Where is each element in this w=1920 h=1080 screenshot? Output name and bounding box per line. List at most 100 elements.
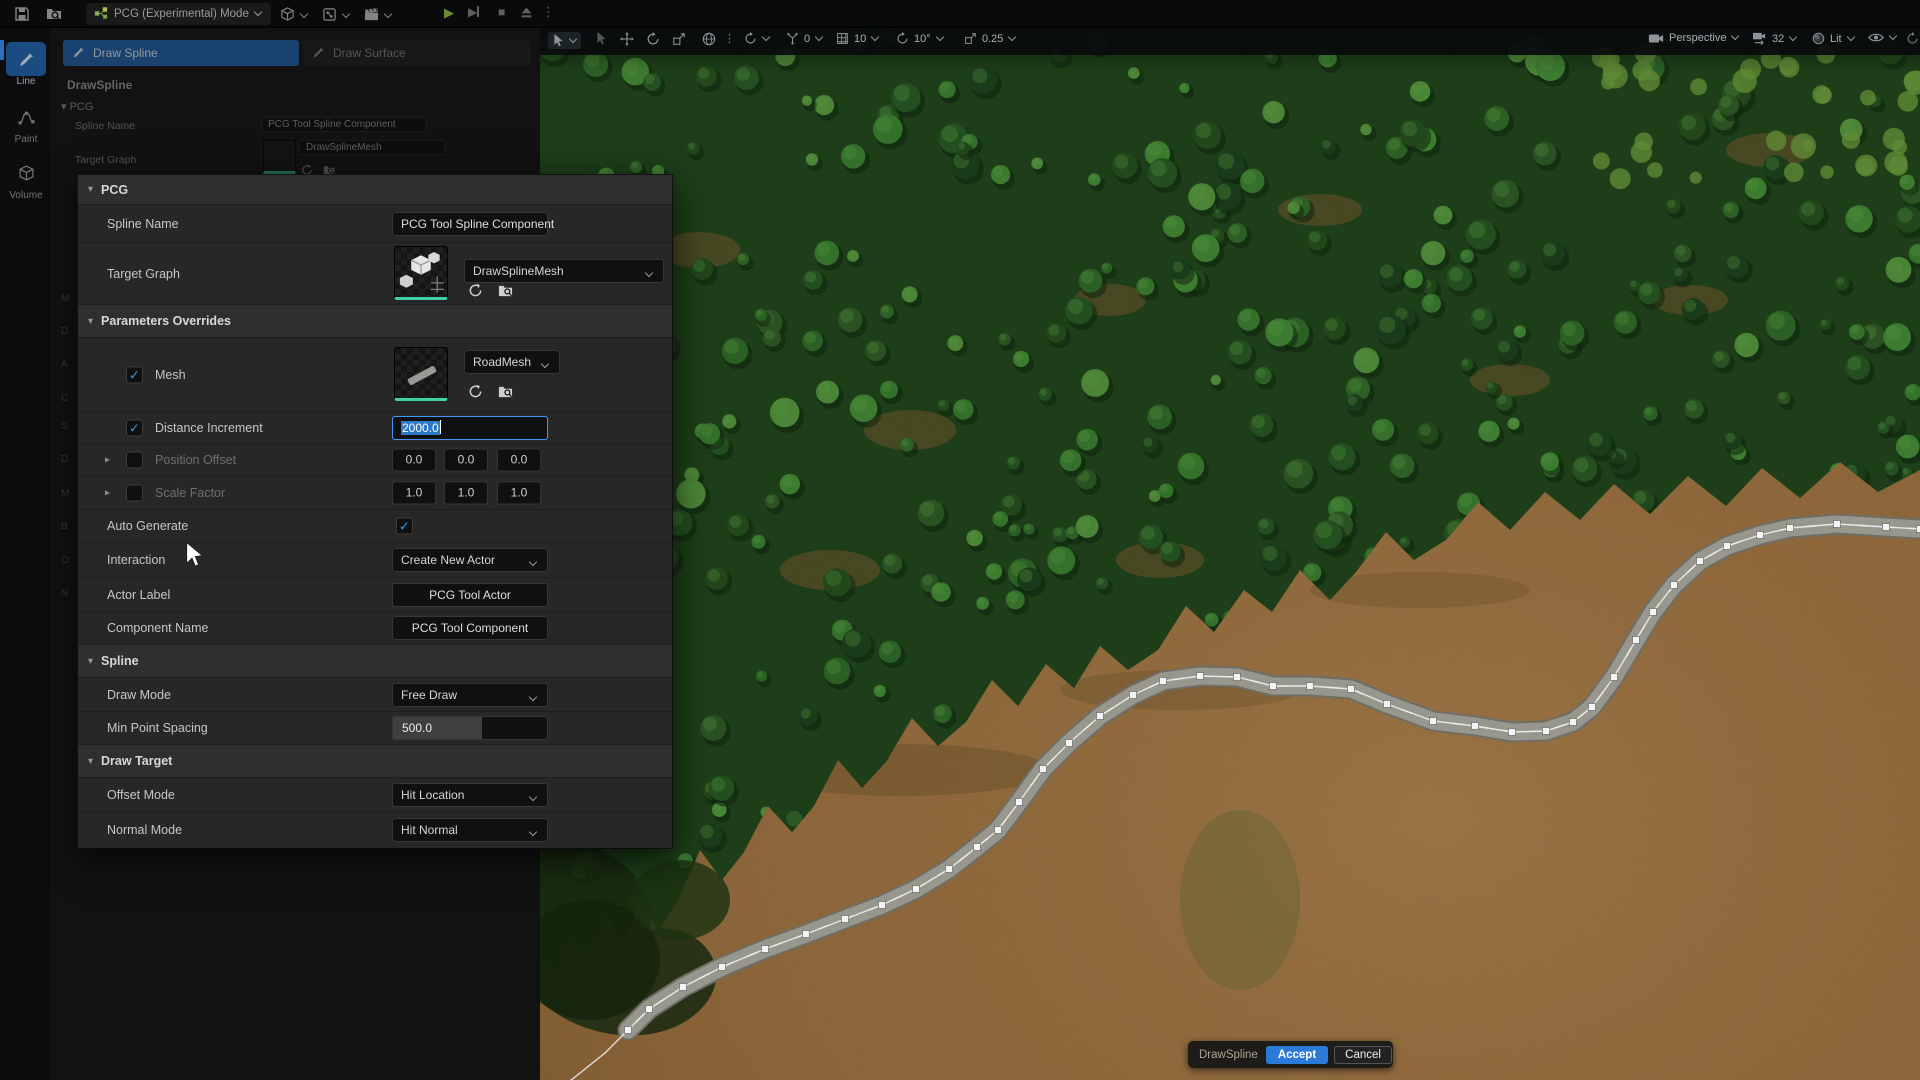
overlay-tool-label: DrawSpline: [1199, 1049, 1258, 1061]
content-browser-icon[interactable]: [46, 6, 62, 22]
transform-tool-dropdown[interactable]: [548, 32, 581, 49]
tab-draw-spline[interactable]: Draw Spline: [63, 40, 299, 66]
section-header-parameters-overrides[interactable]: ▾Parameters Overrides: [78, 305, 672, 338]
bg-section-pcg[interactable]: ▾ PCG: [61, 100, 93, 113]
screen-percentage-button[interactable]: [1906, 32, 1919, 45]
viewport-scene: [540, 28, 1920, 1080]
clipped-letter: S: [61, 421, 68, 432]
collapse-triangle-icon: ▾: [88, 184, 93, 195]
eject-icon[interactable]: [520, 6, 533, 19]
use-selected-asset-button[interactable]: [464, 380, 486, 402]
clipped-letter: B: [61, 521, 68, 532]
component-name-label: Component Name: [107, 621, 208, 635]
graph-cubes-icon: [395, 247, 447, 296]
mesh-dropdown[interactable]: RoadMesh: [464, 350, 560, 374]
spline-name-input[interactable]: PCG Tool Spline Component: [392, 212, 548, 236]
distance-override-checkbox[interactable]: ✓: [126, 419, 143, 436]
sidebar-item-volume[interactable]: Volume: [6, 156, 46, 201]
interaction-dropdown[interactable]: Create New Actor: [392, 548, 548, 572]
sidebar-item-label: Paint: [6, 134, 46, 145]
row-interaction: Interaction Create New Actor: [78, 543, 672, 578]
scale-snap-button[interactable]: 0.25: [964, 32, 1015, 45]
sidebar-item-paint[interactable]: Paint: [6, 100, 46, 145]
level-viewport[interactable]: ⋮ 0 10 10° 0.25 Perspective 32 Lit: [540, 28, 1920, 1080]
expand-arrow-icon[interactable]: ▸: [105, 488, 110, 499]
blueprints-button[interactable]: [322, 6, 349, 24]
rotate-tool-button[interactable]: [646, 32, 660, 46]
component-name-input[interactable]: PCG Tool Component: [392, 616, 548, 640]
play-settings-dots-icon[interactable]: ⋮: [542, 4, 555, 20]
use-selected-icon: [468, 384, 483, 399]
play-button[interactable]: ▶: [444, 5, 454, 21]
position-offset-z[interactable]: 0.0: [497, 449, 541, 472]
show-flags-eye-button[interactable]: [1868, 32, 1896, 43]
browse-folder-icon: [498, 283, 513, 298]
draw-spline-details-panel: ▾PCG Spline Name PCG Tool Spline Compone…: [78, 175, 672, 848]
scale-tool-button[interactable]: [672, 32, 686, 46]
scale-factor-z[interactable]: 1.0: [497, 482, 541, 505]
tab-draw-surface[interactable]: Draw Surface: [303, 40, 531, 66]
bg-spline-name-field[interactable]: PCG Tool Spline Component: [261, 117, 427, 132]
selected-text: 2000.0: [401, 421, 440, 435]
bg-graph-thumbnail[interactable]: [263, 140, 296, 174]
mesh-override-checkbox[interactable]: ✓: [126, 366, 143, 383]
cancel-button[interactable]: Cancel: [1334, 1046, 1392, 1064]
stop-button[interactable]: ■: [498, 5, 505, 19]
auto-generate-checkbox[interactable]: ✓: [396, 518, 413, 535]
frame-skip-button[interactable]: ▶: [468, 5, 479, 19]
position-offset-x[interactable]: 0.0: [392, 449, 436, 472]
expand-arrow-icon[interactable]: ▸: [105, 455, 110, 466]
use-selected-asset-button[interactable]: [464, 279, 486, 301]
offset-mode-label: Offset Mode: [107, 788, 175, 802]
bg-target-graph-dropdown[interactable]: DrawSplineMesh: [299, 140, 445, 155]
select-tool-button[interactable]: [596, 32, 607, 45]
chevron-down-icon: [529, 692, 537, 700]
pcg-graph-thumbnail[interactable]: [394, 246, 448, 300]
position-offset-y[interactable]: 0.0: [444, 449, 488, 472]
road-mesh-preview: [407, 365, 437, 385]
tab-label: Draw Surface: [333, 46, 406, 60]
scale-factor-y[interactable]: 1.0: [444, 482, 488, 505]
surface-snap-button[interactable]: [744, 32, 769, 45]
cinematics-button[interactable]: [364, 6, 391, 24]
use-selected-icon: [468, 283, 483, 298]
offset-mode-dropdown[interactable]: Hit Location: [392, 783, 548, 807]
actor-label-input[interactable]: PCG Tool Actor: [392, 583, 548, 607]
mesh-thumbnail[interactable]: [394, 347, 448, 401]
collapse-triangle-icon: ▾: [88, 756, 93, 767]
perspective-dropdown[interactable]: Perspective: [1648, 32, 1738, 44]
grid-snap-button[interactable]: 10: [836, 32, 878, 45]
draw-mode-dropdown[interactable]: Free Draw: [392, 683, 548, 707]
mode-dropdown-label: PCG (Experimental) Mode: [114, 8, 249, 20]
clipped-letter: D: [61, 326, 68, 337]
bg-target-graph-label: Target Graph: [75, 154, 136, 166]
row-position-offset: ▸ Position Offset 0.0 0.0 0.0: [78, 444, 672, 477]
actor-label-label: Actor Label: [107, 588, 170, 602]
add-actor-button[interactable]: [280, 6, 307, 24]
accept-button[interactable]: Accept: [1266, 1046, 1328, 1064]
normal-mode-dropdown[interactable]: Hit Normal: [392, 818, 548, 842]
distance-increment-input[interactable]: 2000.0: [392, 416, 548, 440]
section-header-pcg[interactable]: ▾PCG: [78, 175, 672, 205]
browse-to-asset-button[interactable]: [494, 279, 516, 301]
scale-factor-x[interactable]: 1.0: [392, 482, 436, 505]
move-tool-button[interactable]: [620, 32, 634, 46]
actor-snap-button[interactable]: 0: [786, 32, 822, 45]
sidebar-item-line[interactable]: Line: [6, 42, 46, 87]
lit-mode-dropdown[interactable]: Lit: [1812, 32, 1854, 45]
min-point-spacing-spinbox[interactable]: 500.0: [392, 716, 548, 740]
clipped-letter: O: [61, 555, 69, 566]
mode-dropdown[interactable]: PCG (Experimental) Mode: [86, 3, 271, 25]
gizmo-options-dots-icon[interactable]: ⋮: [724, 32, 735, 45]
scale-factor-checkbox[interactable]: [126, 485, 143, 502]
rotation-snap-button[interactable]: 10°: [896, 32, 943, 45]
section-header-draw-target[interactable]: ▾Draw Target: [78, 745, 672, 778]
section-header-spline[interactable]: ▾Spline: [78, 645, 672, 678]
position-offset-checkbox[interactable]: [126, 452, 143, 469]
browse-to-asset-button[interactable]: [494, 380, 516, 402]
coordinate-space-button[interactable]: [702, 32, 716, 46]
chevron-down-icon: [529, 558, 537, 566]
camera-speed-button[interactable]: 32: [1752, 32, 1796, 45]
save-icon[interactable]: [14, 6, 30, 22]
row-mesh: ✓ Mesh RoadMesh: [78, 338, 672, 412]
